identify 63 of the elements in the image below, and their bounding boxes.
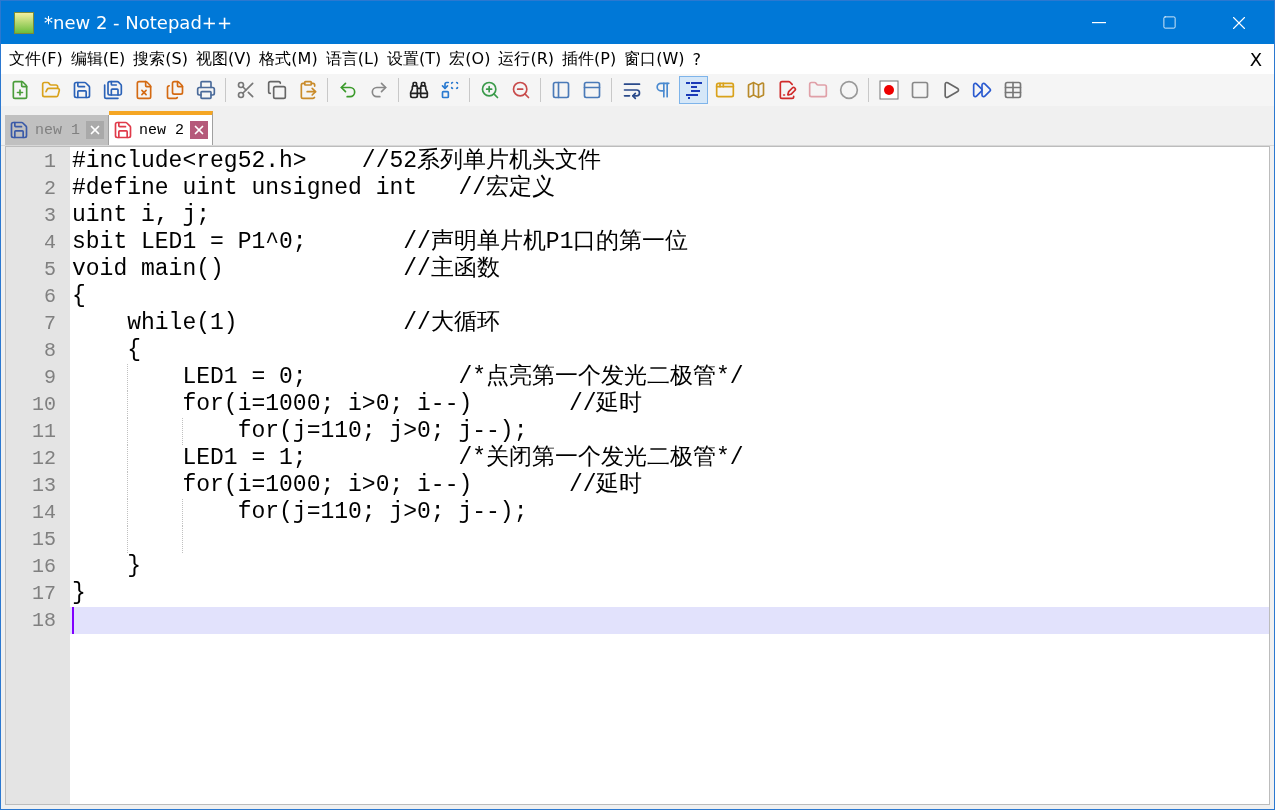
line-number: 7	[44, 312, 56, 335]
open-folder-icon	[40, 80, 61, 100]
line-number: 2	[44, 177, 56, 200]
line-number: 5	[44, 258, 56, 281]
window-icon	[714, 80, 735, 100]
tab-label: new 2	[139, 121, 185, 139]
line-number: 1	[44, 150, 56, 173]
maximize-icon	[1161, 15, 1177, 30]
line-number: 11	[32, 420, 56, 443]
menu-item[interactable]: 文件(F)	[5, 45, 67, 73]
cut-icon	[235, 80, 256, 100]
line-number: 4	[44, 231, 56, 254]
line-number: 18	[32, 609, 56, 632]
zoom-out-icon	[510, 80, 531, 100]
menu-item[interactable]: 运行(R)	[494, 45, 558, 73]
word-wrap-icon	[621, 80, 642, 100]
fast-forward-icon	[971, 80, 992, 100]
line-number: 15	[32, 528, 56, 551]
line-number: 17	[32, 582, 56, 605]
save-icon	[71, 80, 92, 100]
undo-icon	[337, 80, 358, 100]
menu-item[interactable]: 编辑(E)	[66, 45, 130, 73]
menu-item[interactable]: 窗口(W)	[620, 45, 689, 73]
table-icon	[1002, 80, 1023, 100]
indent-guide-button[interactable]	[679, 76, 708, 104]
stop-icon	[909, 80, 930, 100]
menu-item[interactable]: 格式(M)	[255, 45, 322, 73]
menu-item[interactable]: 视图(V)	[191, 45, 256, 73]
folder-icon	[807, 80, 828, 100]
menu-item[interactable]: 插件(P)	[558, 45, 621, 73]
menu-item[interactable]: ?	[688, 45, 705, 73]
menu-item[interactable]: 语言(L)	[321, 45, 384, 73]
copy-icon	[266, 80, 287, 100]
line-number: 12	[32, 447, 56, 470]
minimize-icon	[1092, 21, 1106, 24]
indent-guide-icon	[683, 80, 704, 100]
line-number: 13	[32, 474, 56, 497]
document-tab[interactable]: new 2	[109, 111, 214, 145]
close-document-button[interactable]: X	[1243, 47, 1268, 71]
save-all-icon	[102, 80, 123, 100]
menu-item[interactable]: 设置(T)	[383, 45, 446, 73]
close-icon	[88, 123, 102, 137]
line-number: 14	[32, 501, 56, 524]
zoom-in-icon	[479, 80, 500, 100]
tab-close-button[interactable]	[190, 121, 209, 139]
line-number: 6	[44, 285, 56, 308]
menu-item[interactable]: 宏(O)	[445, 45, 495, 73]
find-icon	[408, 80, 429, 100]
line-number: 9	[44, 366, 56, 389]
code-editor[interactable]	[5, 146, 1270, 805]
tab-label: new 1	[35, 121, 80, 139]
record-icon	[878, 80, 899, 100]
line-number: 8	[44, 339, 56, 362]
window-title: *new 2 - Notepad++	[44, 12, 233, 33]
menu-item[interactable]: 搜索(S)	[129, 45, 192, 73]
print-icon	[195, 80, 216, 100]
line-number: 10	[32, 393, 56, 416]
tab-close-button[interactable]	[86, 121, 104, 139]
line-number: 16	[32, 555, 56, 578]
circle-icon	[838, 80, 859, 100]
map-icon	[745, 80, 766, 100]
line-number: 3	[44, 204, 56, 227]
app-icon	[14, 11, 34, 34]
